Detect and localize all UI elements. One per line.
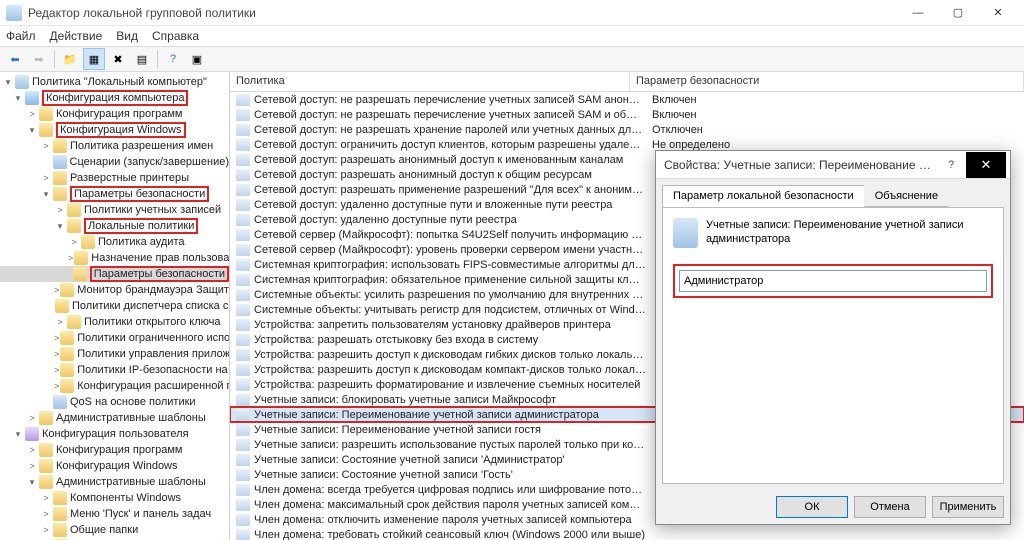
rename-input[interactable]	[679, 270, 987, 292]
tree-item[interactable]: QoS на основе политики	[0, 394, 229, 410]
folder-up-icon[interactable]: 📁	[59, 48, 81, 70]
apply-button[interactable]: Применить	[932, 496, 1004, 518]
menu-file[interactable]: Файл	[6, 29, 36, 43]
maximize-button[interactable]: ▢	[938, 1, 978, 25]
tree-item[interactable]: Параметры безопасности	[0, 266, 229, 282]
menu-view[interactable]: Вид	[116, 29, 138, 43]
help-icon[interactable]: ?	[162, 48, 184, 70]
properties-icon[interactable]: ▦	[83, 48, 105, 70]
tree-item[interactable]: >Монитор брандмауэра Защитника	[0, 282, 229, 298]
tree-item[interactable]: ▾Административные шаблоны	[0, 474, 229, 490]
tree-item[interactable]: >Политика аудита	[0, 234, 229, 250]
tree-item[interactable]: >Политики учетных записей	[0, 202, 229, 218]
tree-item[interactable]: >Общие папки	[0, 522, 229, 538]
delete-icon[interactable]: ✖	[107, 48, 129, 70]
tree-item[interactable]: Политики диспетчера списка сетей	[0, 298, 229, 314]
tree-item[interactable]: ▾Локальные политики	[0, 218, 229, 234]
forward-button[interactable]: ➡	[28, 48, 50, 70]
tab-explanation[interactable]: Объяснение	[864, 185, 949, 207]
tree-item[interactable]: >Политики открытого ключа	[0, 314, 229, 330]
tree-item[interactable]: >Административные шаблоны	[0, 410, 229, 426]
minimize-button[interactable]: —	[898, 1, 938, 25]
tree-item[interactable]: >Политики ограниченного использо…	[0, 330, 229, 346]
policy-row[interactable]: Сетевой доступ: не разрешать перечислени…	[230, 107, 1024, 122]
col-policy[interactable]: Политика	[230, 72, 630, 91]
ok-button[interactable]: ОК	[776, 496, 848, 518]
properties-dialog: Свойства: Учетные записи: Переименование…	[655, 150, 1011, 525]
window-title: Редактор локальной групповой политики	[28, 6, 898, 20]
policy-icon	[673, 218, 698, 248]
tree-item[interactable]: >Конфигурация Windows	[0, 458, 229, 474]
tree-item[interactable]: >Меню 'Пуск' и панель задач	[0, 506, 229, 522]
cancel-button[interactable]: Отмена	[854, 496, 926, 518]
app-icon	[6, 5, 22, 21]
dialog-titlebar[interactable]: Свойства: Учетные записи: Переименование…	[656, 151, 1010, 179]
list-header: Политика Параметр безопасности	[230, 72, 1024, 92]
close-button[interactable]: ✕	[978, 1, 1018, 25]
tree-item[interactable]: >Конфигурация программ	[0, 442, 229, 458]
titlebar: Редактор локальной групповой политики — …	[0, 0, 1024, 26]
tree-item[interactable]: >Разверстные принтеры	[0, 170, 229, 186]
refresh-icon[interactable]: ▣	[186, 48, 208, 70]
tree-item[interactable]: >Политики IP-безопасности на "Лок…	[0, 362, 229, 378]
tab-local-security[interactable]: Параметр локальной безопасности	[662, 185, 865, 207]
back-button[interactable]: ⬅	[4, 48, 26, 70]
toolbar: ⬅ ➡ 📁 ▦ ✖ ▤ ? ▣	[0, 46, 1024, 72]
menu-help[interactable]: Справка	[152, 29, 199, 43]
tree-item[interactable]: ▾Конфигурация пользователя	[0, 426, 229, 442]
close-icon[interactable]: ✕	[966, 152, 1006, 178]
help-icon[interactable]: ?	[936, 159, 966, 171]
export-icon[interactable]: ▤	[131, 48, 153, 70]
policy-row[interactable]: Член домена: требовать стойкий сеансовый…	[230, 527, 1024, 540]
policy-row[interactable]: Сетевой доступ: не разрешать хранение па…	[230, 122, 1024, 137]
menu-action[interactable]: Действие	[50, 29, 103, 43]
tree-item[interactable]: >Компоненты Windows	[0, 490, 229, 506]
tree-pane[interactable]: ▾ Политика "Локальный компьютер" ▾Конфиг…	[0, 72, 230, 540]
tree-item[interactable]: ▾Конфигурация компьютера	[0, 90, 229, 106]
tree-item[interactable]: ▾Параметры безопасности	[0, 186, 229, 202]
tree-item[interactable]: >Политики управления приложения…	[0, 346, 229, 362]
col-param[interactable]: Параметр безопасности	[630, 72, 1024, 91]
tree-item[interactable]: >Конфигурация расширенной поли…	[0, 378, 229, 394]
dialog-body: Учетные записи: Переименование учетной з…	[662, 207, 1004, 484]
tree-root[interactable]: ▾ Политика "Локальный компьютер"	[0, 74, 229, 90]
tree-item[interactable]: >Назначение прав пользователя	[0, 250, 229, 266]
policy-row[interactable]: Сетевой доступ: не разрешать перечислени…	[230, 92, 1024, 107]
tree-item[interactable]: ▾Конфигурация Windows	[0, 122, 229, 138]
tree-item[interactable]: Сценарии (запуск/завершение)	[0, 154, 229, 170]
dialog-title: Свойства: Учетные записи: Переименование…	[664, 158, 936, 172]
tree-item[interactable]: >Политика разрешения имен	[0, 138, 229, 154]
menubar: Файл Действие Вид Справка	[0, 26, 1024, 46]
dialog-buttons: ОК Отмена Применить	[656, 490, 1010, 524]
tree-item[interactable]: >Конфигурация программ	[0, 106, 229, 122]
dialog-tabs: Параметр локальной безопасности Объяснен…	[656, 179, 1010, 207]
policy-description: Учетные записи: Переименование учетной з…	[706, 218, 993, 246]
